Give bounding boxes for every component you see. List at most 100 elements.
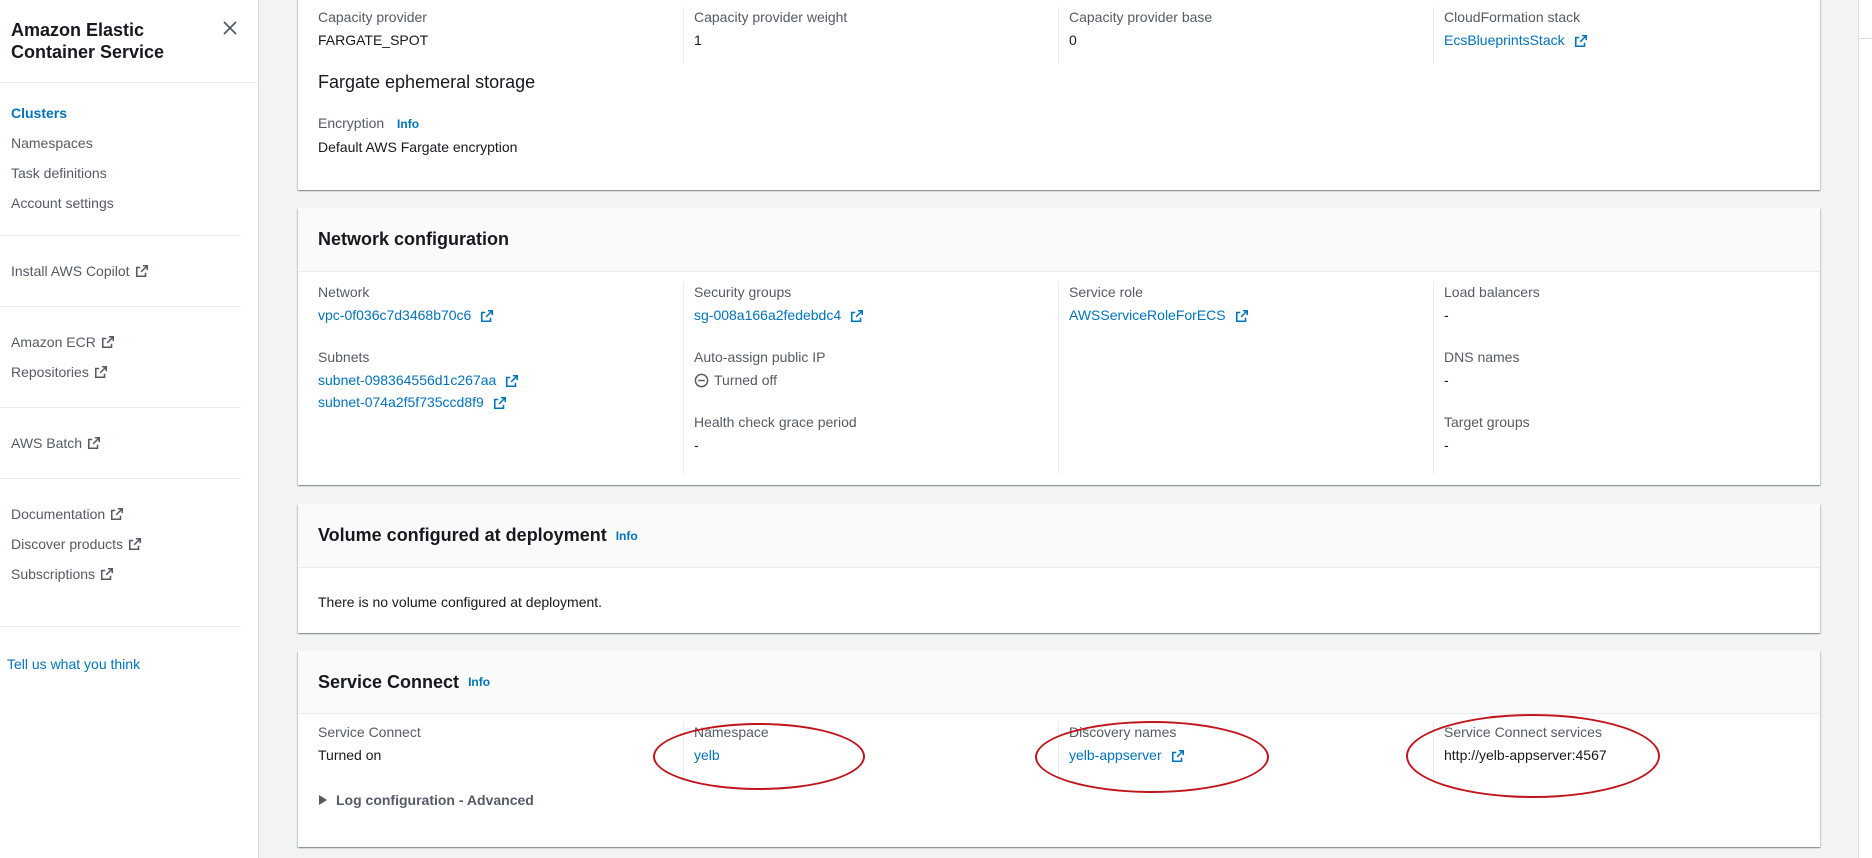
subnet-link[interactable]: subnet-098364556d1c267aa xyxy=(318,372,496,388)
field-value: Turned on xyxy=(318,747,382,763)
field-label: Health check grace period xyxy=(694,414,857,430)
service-connect-panel: Service Connect Info Service Connect Tur… xyxy=(298,651,1820,847)
external-link-icon xyxy=(101,567,114,581)
field-cloudformation-stack: CloudFormation stack EcsBlueprintsStack xyxy=(1433,7,1808,64)
nav-item-documentation[interactable]: Documentation xyxy=(11,499,258,529)
field-health-check-grace-period: Health check grace period - xyxy=(694,412,1048,455)
nav-item-label: AWS Batch xyxy=(11,435,83,451)
nav-item-clusters[interactable]: Clusters xyxy=(11,98,258,128)
nav-item-aws-batch[interactable]: AWS Batch xyxy=(11,428,258,458)
field-label: Security groups xyxy=(694,284,792,300)
nav-group-copilot: Install AWS Copilot xyxy=(0,256,258,286)
field-value: - xyxy=(1444,437,1449,453)
field-label: Service Connect xyxy=(318,724,421,740)
field-label: DNS names xyxy=(1444,349,1520,365)
nav-item-label: Account settings xyxy=(11,195,114,211)
field-network: Network vpc-0f036c7d3468b70c6 xyxy=(318,282,673,325)
field-label: Capacity provider base xyxy=(1069,9,1213,25)
nav-item-namespaces[interactable]: Namespaces xyxy=(11,128,258,158)
external-link-icon xyxy=(1574,35,1587,48)
divider xyxy=(1859,38,1872,39)
field-label: Network xyxy=(318,284,370,300)
field-value: FARGATE_SPOT xyxy=(318,32,429,48)
service-connect-info-link[interactable]: Info xyxy=(468,675,490,689)
nav-item-install-aws-copilot[interactable]: Install AWS Copilot xyxy=(11,256,258,286)
volume-info-link[interactable]: Info xyxy=(616,529,638,543)
field-service-connect-status: Service Connect Turned on xyxy=(298,722,683,782)
nav-item-repositories[interactable]: Repositories xyxy=(11,357,258,387)
field-capacity-provider-weight: Capacity provider weight 1 xyxy=(683,7,1058,64)
field-load-balancers: Load balancers - xyxy=(1444,282,1798,325)
cloudformation-stack-link[interactable]: EcsBlueprintsStack xyxy=(1444,32,1565,48)
external-link-icon xyxy=(506,375,519,388)
nav-item-label: Subscriptions xyxy=(11,566,96,582)
status-stopped-icon xyxy=(694,373,709,387)
service-title: Amazon Elastic Container Service xyxy=(11,20,165,62)
field-label: Service role xyxy=(1069,284,1143,300)
external-link-icon xyxy=(94,365,107,379)
nav-item-label: Repositories xyxy=(11,364,89,380)
network-configuration-title: Network configuration xyxy=(318,229,510,249)
field-label: Discovery names xyxy=(1069,724,1177,740)
namespace-link[interactable]: yelb xyxy=(694,747,720,763)
service-role-link[interactable]: AWSServiceRoleForECS xyxy=(1069,307,1226,323)
field-subnets: Subnets subnet-098364556d1c267aa subnet-… xyxy=(318,347,673,412)
log-configuration-expander[interactable]: Log configuration - Advanced xyxy=(298,782,1820,808)
nav-item-discover-products[interactable]: Discover products xyxy=(11,529,258,559)
nav-item-account-settings[interactable]: Account settings xyxy=(11,188,258,218)
field-label: Namespace xyxy=(694,724,769,740)
security-group-link[interactable]: sg-008a166a2fedebdc4 xyxy=(694,307,841,323)
panel-header: Volume configured at deployment Info xyxy=(298,504,1820,568)
nav-item-label: Task definitions xyxy=(11,165,107,181)
nav-item-subscriptions[interactable]: Subscriptions xyxy=(11,559,258,589)
field-value: http://yelb-appserver:4567 xyxy=(1444,747,1607,763)
field-label: Auto-assign public IP xyxy=(694,349,826,365)
nav-group-resources: Documentation Discover products Subscrip… xyxy=(0,499,258,589)
external-link-icon xyxy=(850,310,864,323)
field-target-groups: Target groups - xyxy=(1444,412,1798,455)
encryption-label: Encryption xyxy=(318,115,385,131)
field-auto-assign-public-ip: Auto-assign public IP Turned off xyxy=(694,347,1048,390)
field-discovery-names: Discovery names yelb-appserver xyxy=(1058,722,1433,782)
feedback-link[interactable]: Tell us what you think xyxy=(7,656,140,672)
no-volume-message: There is no volume configured at deploym… xyxy=(318,594,603,610)
service-connect-title: Service Connect xyxy=(318,671,460,692)
network-column-4: Load balancers - DNS names - Target grou… xyxy=(1433,282,1808,474)
nav-item-task-definitions[interactable]: Task definitions xyxy=(11,158,258,188)
nav-item-label: Clusters xyxy=(11,105,68,121)
encryption-value: Default AWS Fargate encryption xyxy=(318,139,518,155)
subnet-link[interactable]: subnet-074a2f5f735ccd8f9 xyxy=(318,394,484,410)
external-link-icon xyxy=(88,436,101,450)
field-dns-names: DNS names - xyxy=(1444,347,1798,390)
encryption-info-link[interactable]: Info xyxy=(397,117,419,131)
panel-header: Service Connect Info xyxy=(298,651,1820,714)
field-label: Capacity provider weight xyxy=(694,9,848,25)
field-value: 0 xyxy=(1069,32,1077,48)
network-column-2: Security groups sg-008a166a2fedebdc4 Aut… xyxy=(683,282,1058,474)
field-label: Service Connect services xyxy=(1444,724,1602,740)
auto-assign-ip-status: Turned off xyxy=(714,372,778,388)
volume-panel: Volume configured at deployment Info The… xyxy=(298,504,1820,633)
external-link-icon xyxy=(493,397,506,410)
external-link-icon xyxy=(129,537,142,551)
field-label: Capacity provider xyxy=(318,9,427,25)
external-link-icon xyxy=(101,335,114,349)
volume-panel-title: Volume configured at deployment xyxy=(318,525,607,545)
caret-right-icon xyxy=(319,795,327,805)
external-link-icon xyxy=(111,507,124,521)
nav-group-main: Clusters Namespaces Task definitions Acc… xyxy=(0,98,258,218)
external-link-icon xyxy=(1235,310,1248,323)
close-navigation-button[interactable] xyxy=(220,18,240,38)
field-security-groups: Security groups sg-008a166a2fedebdc4 xyxy=(694,282,1048,325)
field-label: Subnets xyxy=(318,349,370,365)
nav-item-label: Discover products xyxy=(11,536,124,552)
nav-item-amazon-ecr[interactable]: Amazon ECR xyxy=(11,327,258,357)
nav-item-label: Install AWS Copilot xyxy=(11,263,130,279)
discovery-name-link[interactable]: yelb-appserver xyxy=(1069,747,1162,763)
field-value: - xyxy=(1444,307,1449,323)
vpc-link[interactable]: vpc-0f036c7d3468b70c6 xyxy=(318,307,471,323)
panel-header: Network configuration xyxy=(298,208,1820,272)
nav-item-label: Documentation xyxy=(11,506,106,522)
network-column-1: Network vpc-0f036c7d3468b70c6 Subnets su… xyxy=(298,282,683,474)
sidebar-header: Amazon Elastic Container Service xyxy=(0,0,258,83)
